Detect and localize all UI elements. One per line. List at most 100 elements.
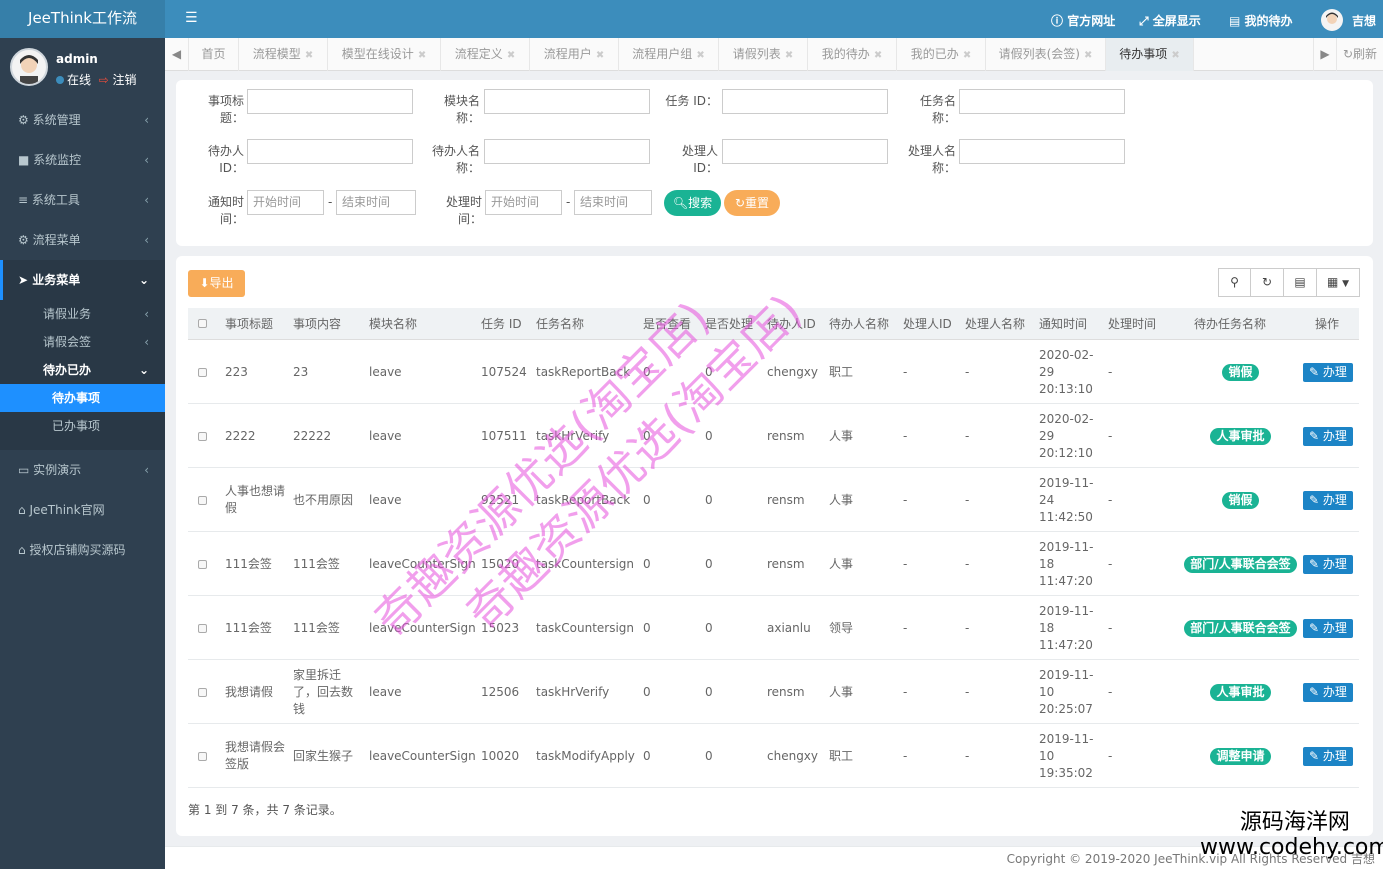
toolbar-refresh-button[interactable]: ↻ <box>1250 268 1284 297</box>
toolbar-toggle-view-button[interactable]: ▤ <box>1283 268 1317 297</box>
search-button[interactable]: 🔍︎搜索 <box>664 190 721 216</box>
menu-business[interactable]: ➤ 业务菜单 ⌄ <box>0 260 165 300</box>
official-site-link[interactable]: ⓘ 官方网址 <box>1051 12 1115 29</box>
table-row[interactable]: 2222 22222 leave 107511 taskHrVerify 0 0 rensm 人… <box>188 404 1359 468</box>
row-checkbox[interactable] <box>198 404 207 468</box>
col-header[interactable]: 处理人名称 <box>965 308 1025 340</box>
module-input[interactable] <box>484 89 650 114</box>
menu-system-tools[interactable]: ≡ 系统工具 ‹ <box>0 180 165 220</box>
handle-button[interactable]: ✎ 办理 <box>1303 746 1353 766</box>
tab-close-icon[interactable]: ✖ <box>418 50 426 61</box>
col-header[interactable]: 待办任务名称 <box>1194 308 1266 340</box>
table-row[interactable]: 223 23 leave 107524 taskReportBack 0 0 chengxy 职… <box>188 340 1359 404</box>
logout-icon[interactable]: ⇨ <box>99 73 109 87</box>
col-header[interactable]: 处理人ID <box>903 308 952 340</box>
table-row[interactable]: 111会签 111会签 leaveCounterSign 15023 taskCount… <box>188 596 1359 660</box>
fullscreen-link[interactable]: ⤢ 全屏显示 <box>1139 12 1201 29</box>
row-checkbox[interactable] <box>198 532 207 596</box>
menu-done-items[interactable]: 已办事项 <box>0 412 165 440</box>
notify-end-input[interactable]: 结束时间 <box>336 190 416 215</box>
tab-close-icon[interactable]: ✖ <box>696 50 704 61</box>
tab-close-icon[interactable]: ✖ <box>963 50 971 61</box>
tab-scroll-right-icon[interactable]: ▶ <box>1313 38 1337 71</box>
row-checkbox[interactable] <box>198 468 207 532</box>
tab-home[interactable]: 首页 <box>189 38 239 71</box>
col-header[interactable]: 待办人名称 <box>829 308 889 340</box>
handlername-input[interactable] <box>959 139 1125 164</box>
taskid-input[interactable] <box>722 89 888 114</box>
handle-button[interactable]: ✎ 办理 <box>1303 426 1353 446</box>
table-row[interactable]: 我想请假会签版 回家生猴子 leaveCounterSign 10020 taskMod… <box>188 724 1359 788</box>
table-row[interactable]: 我想请假 家里拆迁了，回去数钱 leave 12506 taskHrVerify 0 0 re… <box>188 660 1359 724</box>
menu-toggle-icon[interactable]: ☰ <box>185 10 198 26</box>
row-checkbox[interactable] <box>198 660 207 724</box>
row-checkbox[interactable] <box>198 340 207 404</box>
tab-close-icon[interactable]: ✖ <box>1171 50 1179 61</box>
select-all-checkbox[interactable] <box>198 319 207 328</box>
toolbar-columns-button[interactable]: ▦ ▼ <box>1316 268 1360 297</box>
tab-process-group[interactable]: 流程用户组 ✖ <box>619 38 719 71</box>
col-header[interactable]: 通知时间 <box>1039 308 1087 340</box>
logout-link[interactable]: 注销 <box>113 73 137 87</box>
menu-system-management[interactable]: ⚙ 系统管理 ‹ <box>0 100 165 140</box>
tab-close-icon[interactable]: ✖ <box>1084 50 1092 61</box>
col-header[interactable]: 处理时间 <box>1108 308 1156 340</box>
menu-leave-countersign[interactable]: 请假会签 ‹ <box>0 328 165 356</box>
tab-scroll-left-icon[interactable]: ◀ <box>165 38 189 71</box>
todoid-input[interactable] <box>247 139 413 164</box>
col-header[interactable]: 待办人ID <box>767 308 816 340</box>
header-avatar[interactable] <box>1321 9 1343 31</box>
table-row[interactable]: 111会签 111会签 leaveCounterSign 15020 taskCount… <box>188 532 1359 596</box>
tab-leave-list[interactable]: 请假列表 ✖ <box>719 38 808 71</box>
tab-todo-items[interactable]: 待办事项 ✖ <box>1106 38 1194 71</box>
menu-todo-items[interactable]: 待办事项 <box>0 384 165 412</box>
row-checkbox[interactable] <box>198 724 207 788</box>
tab-model-design[interactable]: 模型在线设计 ✖ <box>328 38 441 71</box>
handlerid-input[interactable] <box>722 139 888 164</box>
tab-close-icon[interactable]: ✖ <box>507 50 515 61</box>
tab-process-def[interactable]: 流程定义 ✖ <box>441 38 530 71</box>
app-logo[interactable]: JeeThink工作流 <box>0 0 165 38</box>
tab-my-todo[interactable]: 我的待办 ✖ <box>808 38 897 71</box>
notify-start-input[interactable]: 开始时间 <box>247 190 324 215</box>
col-header[interactable]: 模块名称 <box>369 308 417 340</box>
tab-process-model[interactable]: 流程模型 ✖ <box>239 38 328 71</box>
col-header[interactable]: 任务名称 <box>536 308 584 340</box>
handle-button[interactable]: ✎ 办理 <box>1303 362 1353 382</box>
col-header[interactable]: 事项内容 <box>293 308 341 340</box>
tab-process-user[interactable]: 流程用户 ✖ <box>530 38 619 71</box>
handle-button[interactable]: ✎ 办理 <box>1303 618 1353 638</box>
menu-process[interactable]: ⚙ 流程菜单 ‹ <box>0 220 165 260</box>
title-input[interactable] <box>247 89 413 114</box>
handle-button[interactable]: ✎ 办理 <box>1303 490 1353 510</box>
toolbar-search-button[interactable]: ⚲ <box>1218 268 1251 297</box>
menu-todo-done[interactable]: 待办已办 ⌄ <box>0 356 165 384</box>
col-header[interactable]: 是否处理 <box>705 308 753 340</box>
col-header[interactable]: 任务 ID <box>481 308 522 340</box>
menu-leave-business[interactable]: 请假业务 ‹ <box>0 300 165 328</box>
handle-end-input[interactable]: 结束时间 <box>574 190 652 215</box>
menu-demo[interactable]: ▭ 实例演示 ‹ <box>0 450 165 490</box>
tab-close-icon[interactable]: ✖ <box>305 50 313 61</box>
todoname-input[interactable] <box>484 139 650 164</box>
tab-my-done[interactable]: 我的已办 ✖ <box>897 38 986 71</box>
table-row[interactable]: 人事也想请假 也不用原因 leave 92521 taskReportBack 0 0 ren… <box>188 468 1359 532</box>
header-username[interactable]: 吉想 <box>1352 12 1376 29</box>
taskname-input[interactable] <box>959 89 1125 114</box>
tab-close-icon[interactable]: ✖ <box>596 50 604 61</box>
handle-start-input[interactable]: 开始时间 <box>485 190 562 215</box>
col-header[interactable]: 是否查看 <box>643 308 691 340</box>
export-button[interactable]: ⬇导出 <box>188 270 245 297</box>
menu-buy-source[interactable]: ⌂ 授权店铺购买源码 <box>0 530 165 570</box>
tab-leave-countersign[interactable]: 请假列表(会签) ✖ <box>986 38 1106 71</box>
menu-system-monitor[interactable]: ■ 系统监控 ‹ <box>0 140 165 180</box>
avatar[interactable] <box>10 48 48 86</box>
handle-button[interactable]: ✎ 办理 <box>1303 682 1353 702</box>
reset-button[interactable]: ↻重置 <box>724 190 780 216</box>
row-checkbox[interactable] <box>198 596 207 660</box>
handle-button[interactable]: ✎ 办理 <box>1303 554 1353 574</box>
refresh-tab-button[interactable]: ↻刷新 <box>1337 38 1383 71</box>
my-todo-link[interactable]: ▤ 我的待办 <box>1229 12 1293 29</box>
tab-close-icon[interactable]: ✖ <box>785 50 793 61</box>
tab-close-icon[interactable]: ✖ <box>874 50 882 61</box>
